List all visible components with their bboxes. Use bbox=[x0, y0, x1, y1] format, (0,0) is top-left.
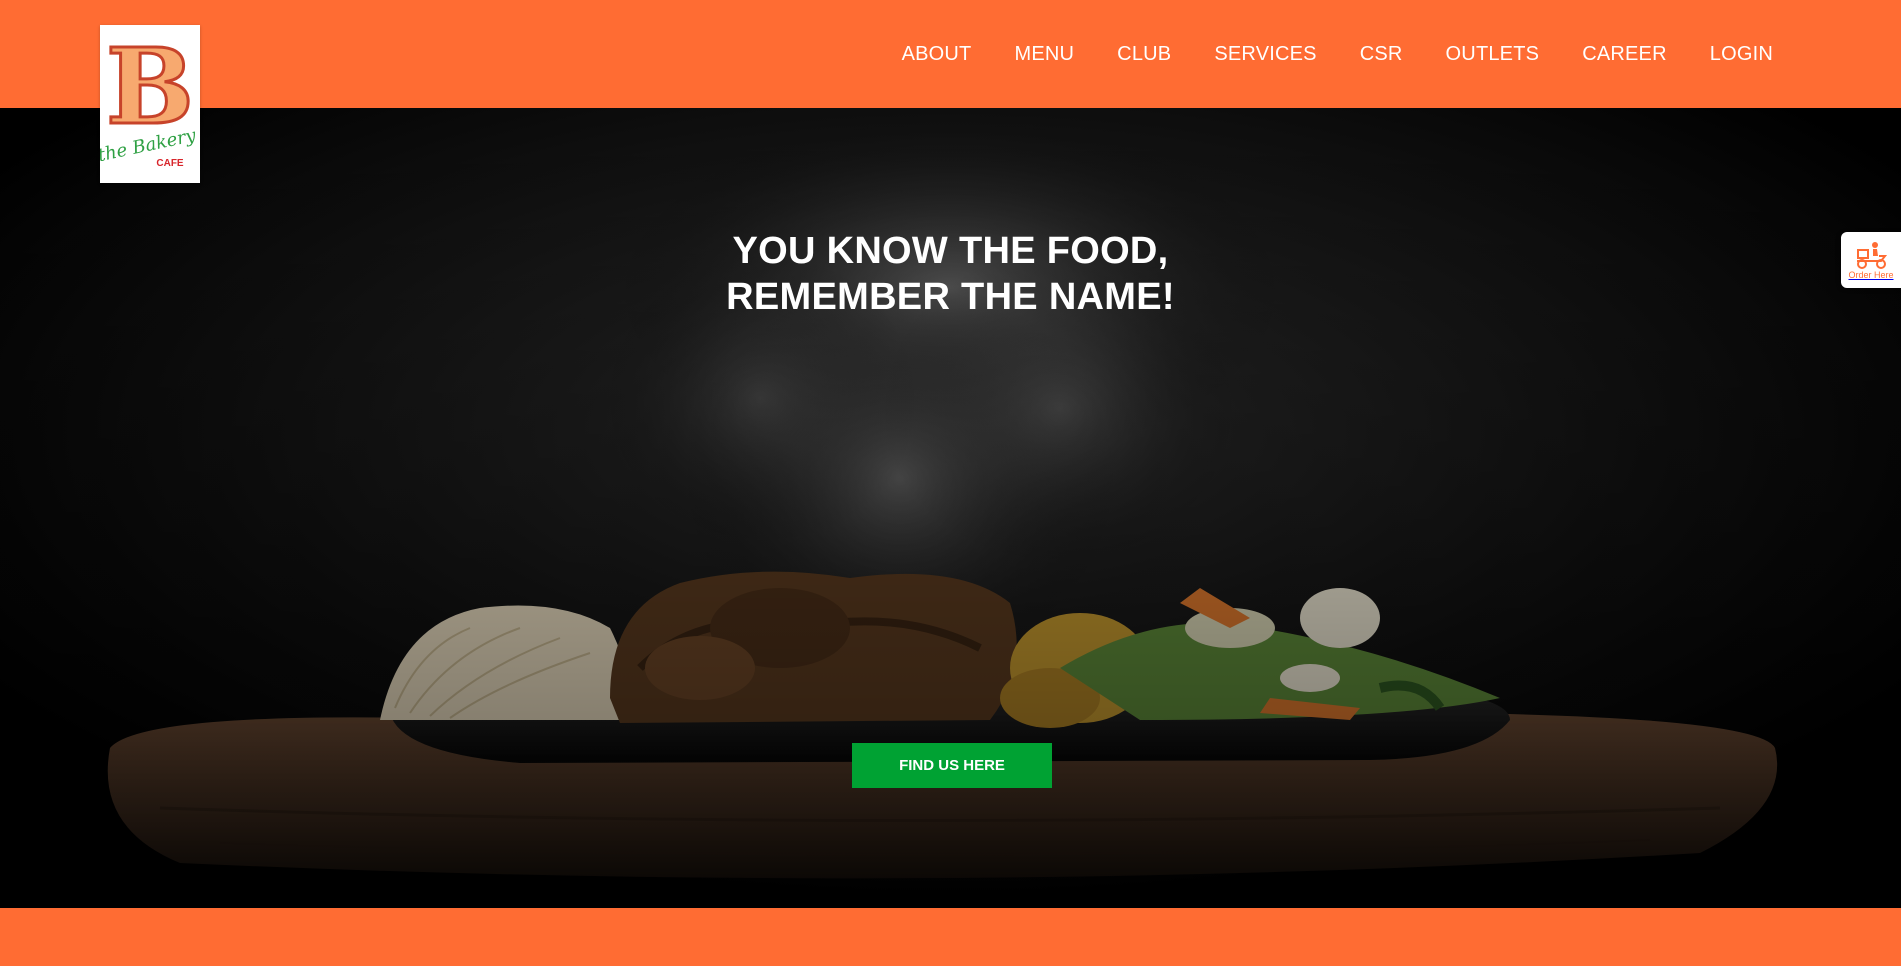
main-nav: ABOUT MENU CLUB SERVICES CSR OUTLETS CAR… bbox=[902, 0, 1773, 108]
nav-item-outlets[interactable]: OUTLETS bbox=[1446, 43, 1540, 66]
nav-item-career[interactable]: CAREER bbox=[1582, 43, 1667, 66]
nav-item-club[interactable]: CLUB bbox=[1117, 43, 1171, 66]
nav-item-login[interactable]: LOGIN bbox=[1710, 43, 1773, 66]
hero-headline: YOU KNOW THE FOOD, REMEMBER THE NAME! bbox=[0, 228, 1901, 320]
headline-line-2: REMEMBER THE NAME! bbox=[726, 276, 1175, 318]
nav-item-about[interactable]: ABOUT bbox=[902, 43, 972, 66]
brand-logo[interactable]: B the Bakery CAFE bbox=[100, 25, 200, 183]
svg-text:CAFE: CAFE bbox=[156, 158, 184, 169]
nav-item-menu[interactable]: MENU bbox=[1014, 43, 1074, 66]
order-here-tab[interactable]: Order Here bbox=[1841, 232, 1901, 288]
headline-line-1: YOU KNOW THE FOOD, bbox=[732, 230, 1169, 272]
footer-band bbox=[0, 908, 1901, 966]
nav-item-services[interactable]: SERVICES bbox=[1214, 43, 1316, 66]
hero-banner: YOU KNOW THE FOOD, REMEMBER THE NAME! FI… bbox=[0, 108, 1901, 908]
delivery-scooter-icon bbox=[1857, 242, 1888, 269]
site-header: ABOUT MENU CLUB SERVICES CSR OUTLETS CAR… bbox=[0, 0, 1901, 108]
order-here-label: Order Here bbox=[1848, 270, 1894, 280]
bakery-cafe-logo-icon: B the Bakery CAFE bbox=[100, 25, 199, 169]
nav-item-csr[interactable]: CSR bbox=[1360, 43, 1403, 66]
find-us-here-button[interactable]: FIND US HERE bbox=[852, 743, 1052, 788]
